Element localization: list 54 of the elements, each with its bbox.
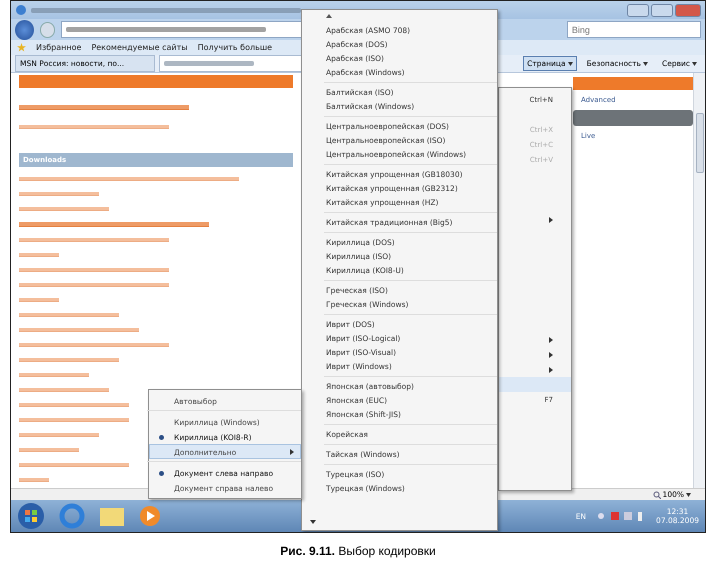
- back-button[interactable]: [15, 20, 34, 40]
- submenu-arrow-icon: [549, 352, 553, 358]
- blurred-link[interactable]: [19, 125, 169, 130]
- submenu-arrow-icon: [549, 336, 553, 342]
- blurred-link[interactable]: [19, 177, 239, 182]
- close-button[interactable]: [675, 4, 701, 17]
- blurred-link[interactable]: [19, 403, 129, 408]
- blurred-link[interactable]: [19, 478, 49, 482]
- blurred-link[interactable]: [19, 238, 169, 242]
- caret-icon: [568, 62, 573, 66]
- blurred-link[interactable]: [19, 448, 79, 452]
- submenu-arrow-icon: [549, 366, 553, 372]
- radio-dot-icon: [159, 435, 164, 440]
- forward-button[interactable]: [40, 22, 56, 38]
- favorites-link[interactable]: Получить больше: [198, 43, 272, 52]
- folder-icon[interactable]: [99, 505, 125, 528]
- search-field[interactable]: Bing: [566, 21, 701, 38]
- caret-icon: [692, 62, 697, 66]
- blurred-link[interactable]: [19, 433, 99, 438]
- submenu-arrow-icon: [549, 216, 553, 222]
- blurred-link[interactable]: [19, 463, 129, 468]
- blurred-link[interactable]: [19, 373, 89, 378]
- start-button[interactable]: [17, 502, 45, 530]
- submenu-arrow-icon: [290, 449, 294, 455]
- scrollbar-thumb[interactable]: [696, 113, 704, 174]
- star-icon: [17, 43, 26, 52]
- blurred-link[interactable]: [19, 343, 169, 348]
- blurred-link[interactable]: [19, 222, 209, 228]
- blurred-link[interactable]: [19, 298, 59, 302]
- blurred-link[interactable]: [19, 418, 129, 422]
- browser-icon: [15, 4, 27, 16]
- blurred-link[interactable]: [19, 253, 59, 258]
- browser-icon[interactable]: [59, 503, 85, 530]
- minimize-button[interactable]: [627, 4, 649, 17]
- highlighted-row[interactable]: [499, 377, 571, 392]
- radio-dot-icon: [159, 471, 164, 476]
- blurred-link[interactable]: [19, 313, 119, 318]
- favorites-button[interactable]: Избранное: [36, 43, 82, 52]
- figure-caption: Рис. 9.11. Выбор кодировки: [279, 544, 437, 558]
- blurred-link[interactable]: [19, 105, 189, 110]
- scroll-down-icon[interactable]: [310, 520, 316, 524]
- blurred-link[interactable]: [19, 283, 169, 288]
- blurred-link[interactable]: [19, 207, 109, 212]
- media-player-icon[interactable]: [139, 505, 161, 528]
- blurred-link[interactable]: [19, 388, 109, 392]
- blurred-link[interactable]: [19, 268, 169, 272]
- blurred-link[interactable]: [19, 192, 99, 196]
- caret-icon: [686, 492, 691, 497]
- blurred-link[interactable]: [19, 358, 119, 362]
- caret-icon: [642, 62, 648, 66]
- blurred-link[interactable]: [19, 328, 139, 332]
- magnifier-icon: [652, 490, 661, 499]
- favorites-link[interactable]: Рекомендуемые сайты: [91, 43, 188, 52]
- maximize-button[interactable]: [651, 4, 673, 17]
